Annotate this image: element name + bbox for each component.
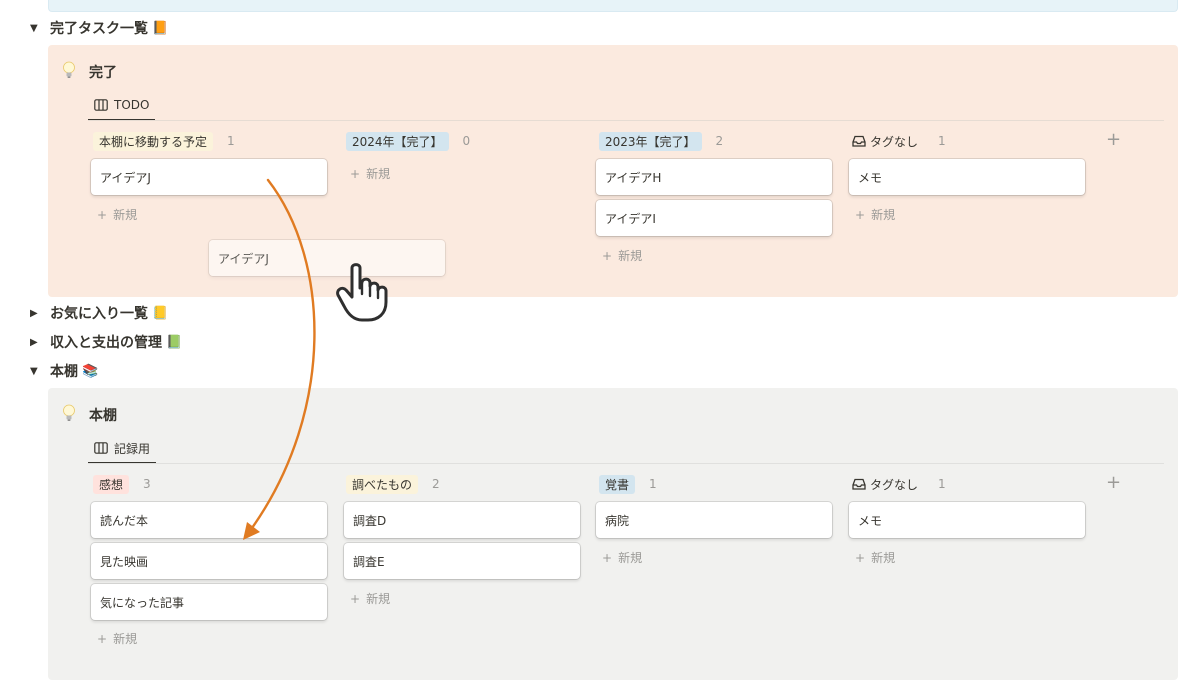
plus-icon: + [97,631,108,646]
group-tag: 2023年【完了】 [599,131,702,151]
column-header-impressions[interactable]: 感想 3 [93,474,151,494]
column-header-researched[interactable]: 調べたもの 2 [346,474,440,494]
toggle-expanded-icon[interactable]: ▼ [30,23,44,34]
new-card-button[interactable]: + 新規 [855,206,895,223]
card-idea-h[interactable]: アイデアH [596,159,832,195]
new-card-button[interactable]: + 新規 [350,590,390,607]
group-tag: 2024年【完了】 [346,131,449,151]
group-count: 1 [938,134,946,148]
new-label: 新規 [113,208,138,222]
tab-records[interactable]: 記録用 [88,434,157,464]
toggle-label: 収入と支出の管理 [50,335,162,351]
tab-label: TODO [114,98,150,112]
plus-icon: + [855,207,866,222]
orange-book-icon: 📙 [152,20,169,36]
group-tag: 調べたもの [346,474,419,494]
green-book-icon: 📗 [166,334,183,350]
board-view-icon [94,99,108,111]
plus-icon: + [855,550,866,565]
tab-label: 記録用 [114,441,151,456]
card-memo[interactable]: メモ [849,159,1085,195]
plus-icon: + [97,207,108,222]
plus-icon: + [602,248,613,263]
group-count: 2 [432,477,440,491]
books-icon: 📚 [82,363,99,379]
group-count: 2 [715,134,724,148]
column-header-planned[interactable]: 本棚に移動する予定 1 [93,131,235,151]
card-idea-i[interactable]: アイデアI [596,200,832,236]
group-count: 0 [462,134,471,148]
board-view-icon [94,442,108,454]
card-research-e[interactable]: 調査E [344,543,580,579]
column-header-no-tag[interactable]: タグなし 1 [852,131,946,151]
new-card-button[interactable]: + 新規 [602,549,642,566]
new-label: 新規 [871,208,896,222]
plus-icon: + [350,166,361,181]
new-label: 新規 [113,632,138,646]
group-count: 3 [143,477,151,491]
group-count: 1 [649,477,657,491]
group-tag: タグなし [852,132,924,151]
new-card-button[interactable]: + 新規 [97,630,137,647]
card-read-book[interactable]: 読んだ本 [91,502,327,538]
column-header-notes[interactable]: 覚書 1 [599,474,657,494]
new-label: 新規 [871,551,896,565]
new-label: 新規 [366,592,391,606]
toggle-label: お気に入り一覧 [50,306,148,322]
group-tag: 感想 [93,474,130,494]
column-header-2023[interactable]: 2023年【完了】 2 [599,131,723,151]
toggle-label: 完了タスク一覧 [50,21,148,37]
new-card-button[interactable]: + 新規 [855,549,895,566]
group-tag-label: タグなし [870,134,919,149]
card-watched-movie[interactable]: 見た映画 [91,543,327,579]
yellow-notebook-icon: 📒 [152,305,169,321]
add-group-icon[interactable]: + [1106,129,1121,150]
group-count: 1 [938,477,946,491]
add-group-icon[interactable]: + [1106,472,1121,493]
toggle-favorites[interactable]: ▶ お気に入り一覧 📒 [30,302,168,324]
card-research-d[interactable]: 調査D [344,502,580,538]
toggle-collapsed-icon[interactable]: ▶ [30,337,44,348]
group-tag: タグなし [852,475,924,494]
tab-divider [88,463,1164,464]
tab-divider [88,120,1164,121]
toggle-label: 本棚 [50,364,78,380]
inbox-icon [852,478,866,490]
new-card-button[interactable]: + 新規 [350,165,390,182]
dragging-card-ghost[interactable]: アイデアJ [209,240,445,276]
toggle-expanded-icon[interactable]: ▼ [30,366,44,377]
group-count: 1 [227,134,235,148]
callout-title: 本棚 [89,408,117,424]
new-label: 新規 [618,551,643,565]
group-tag: 本棚に移動する予定 [93,131,214,151]
new-card-button[interactable]: + 新規 [602,247,642,264]
plus-icon: + [350,591,361,606]
card-hospital[interactable]: 病院 [596,502,832,538]
inbox-icon [852,135,866,147]
plus-icon: + [602,550,613,565]
new-card-button[interactable]: + 新規 [97,206,137,223]
card-interesting-article[interactable]: 気になった記事 [91,584,327,620]
previous-block [48,0,1178,12]
toggle-finance[interactable]: ▶ 収入と支出の管理 📗 [30,331,182,353]
group-tag: 覚書 [599,474,636,494]
tab-todo[interactable]: TODO [88,91,156,121]
group-tag-label: タグなし [870,477,919,492]
toggle-collapsed-icon[interactable]: ▶ [30,308,44,319]
callout-title: 完了 [89,65,117,81]
lightbulb-icon [63,61,75,78]
toggle-completed-tasks[interactable]: ▼ 完了タスク一覧 📙 [30,17,168,39]
new-label: 新規 [366,167,391,181]
card-idea-j[interactable]: アイデアJ [91,159,327,195]
card-memo[interactable]: メモ [849,502,1085,538]
new-label: 新規 [618,249,643,263]
column-header-2024[interactable]: 2024年【完了】 0 [346,131,470,151]
column-header-no-tag[interactable]: タグなし 1 [852,474,946,494]
toggle-bookshelf[interactable]: ▼ 本棚 📚 [30,360,98,382]
lightbulb-icon [63,404,75,421]
